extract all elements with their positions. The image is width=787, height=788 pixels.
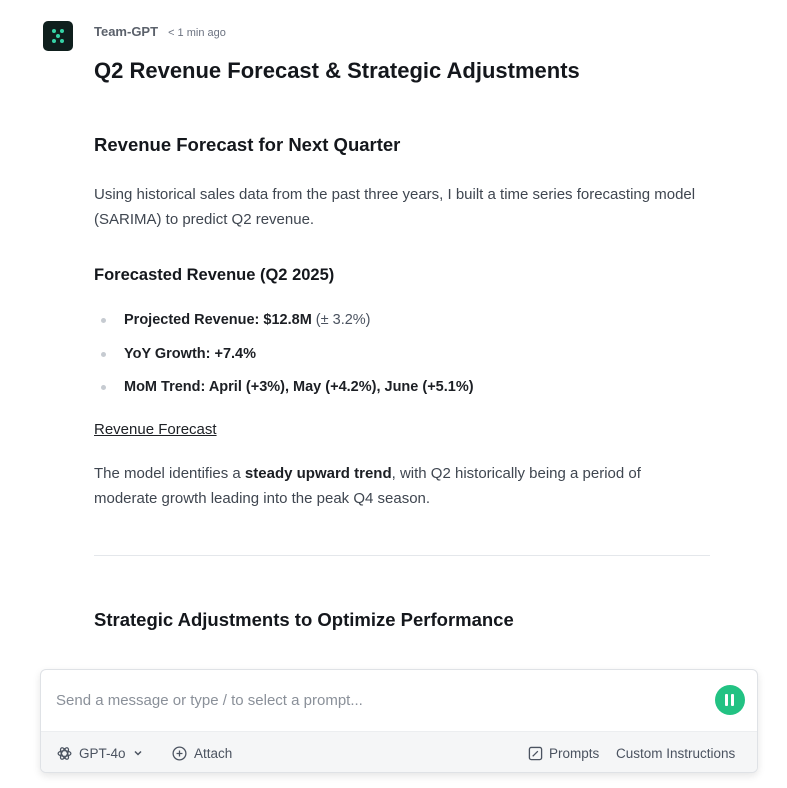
section-heading-strategic: Strategic Adjustments to Optimize Perfor… bbox=[94, 609, 514, 630]
list-item: YoY Growth: +7.4% bbox=[94, 342, 474, 376]
list-item: MoM Trend: April (+3%), May (+4.2%), Jun… bbox=[94, 375, 474, 409]
subheading-forecasted-revenue: Forecasted Revenue (Q2 2025) bbox=[94, 266, 335, 284]
prompts-label: Prompts bbox=[549, 745, 600, 761]
revenue-forecast-link[interactable]: Revenue Forecast bbox=[94, 421, 217, 438]
composer-toolbar: GPT-4o Attach Prompts Custom Instruction… bbox=[41, 731, 757, 772]
list-item: Projected Revenue: $12.8M (± 3.2%) bbox=[94, 308, 474, 342]
prompts-button[interactable]: Prompts bbox=[528, 732, 600, 772]
chevron-down-icon bbox=[134, 750, 142, 756]
message-title: Q2 Revenue Forecast & Strategic Adjustme… bbox=[94, 58, 580, 83]
forecast-bullet-list: Projected Revenue: $12.8M (± 3.2%) YoY G… bbox=[94, 308, 474, 409]
custom-instructions-button[interactable]: Custom Instructions bbox=[616, 732, 736, 772]
model-selector[interactable]: GPT-4o bbox=[56, 732, 144, 772]
model-label: GPT-4o bbox=[79, 745, 126, 761]
attach-button[interactable]: Attach bbox=[171, 732, 233, 772]
custom-instructions-label: Custom Instructions bbox=[616, 745, 736, 761]
section-heading-forecast: Revenue Forecast for Next Quarter bbox=[94, 134, 401, 155]
pause-button[interactable] bbox=[715, 685, 745, 715]
author-name: Team-GPT bbox=[94, 24, 159, 39]
prompts-icon bbox=[528, 746, 543, 760]
message-input[interactable] bbox=[56, 688, 696, 712]
avatar bbox=[43, 21, 73, 51]
summary-paragraph: The model identifies a steady upward tre… bbox=[94, 465, 641, 507]
message-meta: Team-GPT < 1 min ago bbox=[94, 24, 226, 39]
message-composer: GPT-4o Attach Prompts Custom Instruction… bbox=[40, 669, 758, 773]
intro-paragraph: Using historical sales data from the pas… bbox=[94, 186, 696, 228]
message-timestamp: < 1 min ago bbox=[168, 27, 226, 39]
openai-icon bbox=[57, 746, 72, 760]
attach-label: Attach bbox=[194, 745, 233, 761]
plus-circle-icon bbox=[172, 745, 187, 761]
divider bbox=[94, 555, 710, 556]
